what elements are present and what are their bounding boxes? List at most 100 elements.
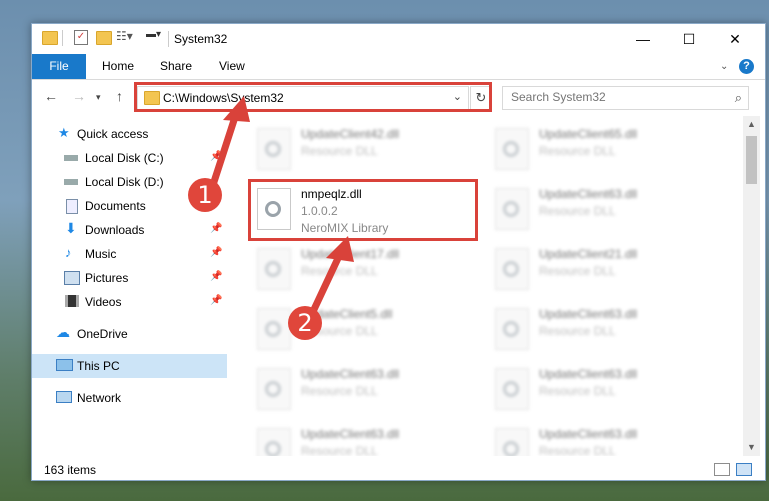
music-icon: ♪	[65, 245, 72, 260]
maximize-button[interactable]: ☐	[666, 24, 712, 54]
chevron-down-icon[interactable]: ⌄	[720, 61, 728, 72]
file-name: UpdateClient63.dll	[539, 307, 638, 321]
drive-icon	[64, 179, 78, 185]
file-name: UpdateClient63.dll	[539, 367, 638, 381]
sidebar-item-label: Documents	[85, 199, 146, 213]
sidebar-item-label: This PC	[77, 359, 120, 373]
sidebar-item-quick-access[interactable]: ★ Quick access	[32, 122, 227, 146]
ribbon-tabs: File Home Share View ⌄ ?	[32, 54, 765, 80]
file-item[interactable]: UpdateClient63.dll Resource DLL	[491, 302, 711, 356]
computer-icon	[56, 359, 73, 371]
sidebar-item-network[interactable]: Network	[32, 386, 227, 410]
vertical-scrollbar[interactable]: ▲ ▼	[743, 116, 760, 456]
dll-file-icon	[257, 368, 291, 410]
close-button[interactable]: ✕	[712, 24, 758, 54]
large-icons-view-icon[interactable]	[736, 463, 752, 476]
file-name: UpdateClient63.dll	[539, 187, 638, 201]
search-input[interactable]	[503, 87, 721, 107]
file-name: UpdateClient42.dll	[301, 127, 400, 141]
sidebar-item-label: Downloads	[85, 223, 145, 237]
step-1-badge: 1	[188, 178, 222, 212]
properties-icon[interactable]: ✓	[74, 30, 88, 45]
pin-icon[interactable]: 📌	[210, 295, 222, 306]
file-item[interactable]: UpdateClient65.dll Resource DLL	[491, 122, 711, 176]
chevron-down-icon[interactable]: ▬▾	[146, 29, 161, 40]
sidebar-item-label: OneDrive	[77, 327, 128, 341]
file-type: Resource DLL	[539, 324, 616, 338]
file-item[interactable]: UpdateClient63.dll Resource DLL	[253, 362, 473, 416]
pin-icon[interactable]: 📌	[210, 223, 222, 234]
file-item[interactable]: UpdateClient5.dll Resource DLL	[253, 302, 473, 356]
sidebar-item-label: Local Disk (D:)	[85, 175, 164, 189]
file-type: Resource DLL	[301, 264, 378, 278]
help-icon[interactable]: ?	[739, 59, 754, 74]
file-item[interactable]: UpdateClient63.dll Resource DLL	[491, 362, 711, 416]
file-list: UpdateClient42.dll Resource DLL UpdateCl…	[249, 116, 741, 456]
item-count: 163 items	[44, 463, 97, 477]
file-type: Resource DLL	[539, 144, 616, 158]
dll-file-icon	[257, 248, 291, 290]
tab-view[interactable]: View	[219, 54, 245, 79]
file-type: Resource DLL	[539, 264, 616, 278]
search-icon: ⌕	[734, 90, 742, 105]
divider	[62, 30, 63, 46]
scroll-down-icon[interactable]: ▼	[747, 442, 756, 452]
dll-file-icon	[495, 248, 529, 290]
network-icon	[56, 391, 72, 403]
dll-file-icon	[257, 128, 291, 170]
videos-icon	[65, 295, 79, 307]
file-name: UpdateClient63.dll	[301, 427, 400, 441]
file-highlight	[248, 179, 478, 241]
sidebar-item-label: Local Disk (C:)	[85, 151, 164, 165]
title-bar: ✓ ☷▾ ▬▾ System32 — ☐ ✕	[32, 24, 765, 54]
tab-share[interactable]: Share	[160, 54, 192, 79]
step-2-badge: 2	[288, 306, 322, 340]
dll-file-icon	[495, 368, 529, 410]
file-item[interactable]: UpdateClient21.dll Resource DLL	[491, 242, 711, 296]
sidebar-item-pictures[interactable]: Pictures 📌	[32, 266, 227, 290]
sidebar-item-music[interactable]: ♪ Music 📌	[32, 242, 227, 266]
sidebar-item-downloads[interactable]: ⬇ Downloads 📌	[32, 218, 227, 242]
pin-icon[interactable]: 📌	[210, 151, 222, 162]
scrollbar-thumb[interactable]	[746, 136, 757, 184]
tab-file[interactable]: File	[32, 54, 86, 79]
divider	[168, 31, 169, 47]
pin-icon[interactable]: 📌	[210, 271, 222, 282]
scroll-up-icon[interactable]: ▲	[747, 119, 756, 129]
download-icon: ⬇	[65, 220, 77, 236]
sidebar-item-label: Quick access	[77, 127, 149, 141]
file-item[interactable]: UpdateClient63.dll Resource DLL	[491, 182, 711, 236]
file-name: UpdateClient21.dll	[539, 247, 638, 261]
file-item[interactable]: UpdateClient63.dll Resource DLL	[491, 422, 711, 456]
new-folder-icon[interactable]	[96, 31, 112, 45]
file-item[interactable]: UpdateClient63.dll Resource DLL	[253, 422, 473, 456]
dll-file-icon	[495, 428, 529, 456]
search-box[interactable]: ⌕	[502, 86, 749, 110]
file-type: Resource DLL	[539, 384, 616, 398]
sidebar-item-local-disk-c[interactable]: Local Disk (C:) 📌	[32, 146, 227, 170]
address-bar-highlight	[134, 82, 492, 112]
minimize-button[interactable]: —	[620, 24, 666, 54]
file-item[interactable]: UpdateClient17.dll Resource DLL	[253, 242, 473, 296]
sidebar-item-videos[interactable]: Videos 📌	[32, 290, 227, 314]
sidebar-item-onedrive[interactable]: ☁ OneDrive	[32, 322, 227, 346]
drive-icon	[64, 155, 78, 161]
dll-file-icon	[495, 188, 529, 230]
pin-icon[interactable]: 📌	[210, 247, 222, 258]
file-type: Resource DLL	[301, 144, 378, 158]
documents-icon	[66, 199, 78, 214]
sidebar-item-this-pc[interactable]: This PC	[32, 354, 227, 378]
forward-arrow-icon[interactable]: →	[72, 88, 86, 104]
recent-locations-chevron-icon[interactable]: ▾	[96, 92, 101, 103]
dll-file-icon	[495, 308, 529, 350]
sidebar-item-label: Network	[77, 391, 122, 405]
file-item[interactable]: UpdateClient42.dll Resource DLL	[253, 122, 473, 176]
quick-access-customize-icon[interactable]: ☷▾	[116, 29, 133, 43]
details-view-icon[interactable]	[714, 463, 730, 476]
sidebar-item-label: Videos	[85, 295, 122, 309]
file-name: UpdateClient65.dll	[539, 127, 638, 141]
pictures-icon	[64, 271, 80, 285]
tab-home[interactable]: Home	[102, 54, 134, 79]
back-arrow-icon[interactable]: ←	[44, 88, 58, 104]
up-arrow-icon[interactable]: ↑	[116, 88, 123, 104]
